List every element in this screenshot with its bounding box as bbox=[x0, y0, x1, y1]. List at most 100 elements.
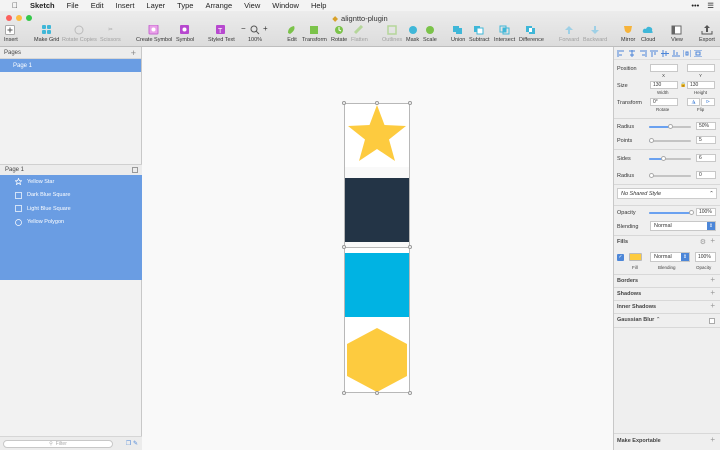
app-menu[interactable]: Sketch bbox=[30, 1, 55, 10]
zoom-in-button[interactable]: + bbox=[263, 24, 268, 33]
resize-handle[interactable] bbox=[408, 101, 412, 105]
menu-window[interactable]: Window bbox=[272, 1, 299, 10]
add-page-icon[interactable]: + bbox=[131, 48, 136, 58]
rotate-field[interactable]: 0° bbox=[650, 98, 678, 106]
layer-item-dark-blue-square[interactable]: Dark Blue Square bbox=[0, 189, 142, 203]
transform-button[interactable]: Transform bbox=[302, 25, 327, 43]
zoom-out-button[interactable]: − bbox=[241, 24, 246, 33]
align-left-icon[interactable] bbox=[617, 49, 625, 57]
add-shadow-icon[interactable]: + bbox=[710, 288, 715, 297]
forward-button[interactable]: Forward bbox=[559, 25, 579, 43]
fill-opacity-field[interactable]: 100% bbox=[695, 252, 716, 262]
create-symbol-button[interactable]: Create Symbol bbox=[136, 25, 172, 43]
menu-help[interactable]: Help bbox=[311, 1, 326, 10]
sides-slider[interactable] bbox=[649, 156, 691, 161]
filter-options-icon[interactable]: ❐ ✎ bbox=[126, 440, 138, 447]
add-fill-icon[interactable]: + bbox=[710, 236, 715, 245]
menu-type[interactable]: Type bbox=[177, 1, 193, 10]
resize-handle[interactable] bbox=[375, 101, 379, 105]
gaussian-blur-header[interactable]: Gaussian Blur ⌃ bbox=[617, 317, 660, 323]
scale-button[interactable]: Scale bbox=[423, 25, 437, 43]
subtract-button[interactable]: Subtract bbox=[469, 25, 489, 43]
scissors-button[interactable]: ✂ Scissors bbox=[100, 25, 121, 43]
menu-arrange[interactable]: Arrange bbox=[205, 1, 232, 10]
flip-vertical-icon[interactable]: ⊳ bbox=[701, 98, 715, 106]
view-button[interactable]: View bbox=[671, 25, 683, 43]
fill-enabled-checkbox[interactable]: ✓ bbox=[617, 254, 624, 261]
gaussian-blur-checkbox[interactable] bbox=[709, 318, 715, 324]
export-button[interactable]: Export bbox=[699, 25, 715, 43]
canvas[interactable] bbox=[142, 47, 613, 450]
menu-insert[interactable]: Insert bbox=[116, 1, 135, 10]
flip-horizontal-icon[interactable]: ◮ bbox=[687, 98, 700, 106]
selection-frame-top bbox=[344, 103, 410, 248]
resize-handle[interactable] bbox=[342, 101, 346, 105]
zoom-control[interactable]: 100% bbox=[248, 25, 262, 43]
resize-handle[interactable] bbox=[342, 391, 346, 395]
layer-item-yellow-star[interactable]: Yellow Star bbox=[0, 175, 142, 189]
rotate-copies-button[interactable]: Rotate Copies bbox=[62, 25, 97, 43]
scissors-icon: ✂ bbox=[108, 27, 113, 33]
distribute-horizontal-icon[interactable] bbox=[682, 49, 692, 57]
menu-edit[interactable]: Edit bbox=[91, 1, 104, 10]
layer-item-light-blue-square[interactable]: Light Blue Square bbox=[0, 202, 142, 216]
fill-blending-dropdown[interactable]: Normal ⇕ bbox=[650, 252, 690, 262]
resize-handle[interactable] bbox=[408, 391, 412, 395]
union-button[interactable]: Union bbox=[451, 25, 465, 43]
shared-style-dropdown[interactable]: No Shared Style ⌃ bbox=[617, 188, 717, 199]
radius2-slider[interactable] bbox=[649, 173, 691, 178]
cloud-button[interactable]: Cloud bbox=[641, 25, 655, 43]
opacity-slider[interactable] bbox=[649, 210, 694, 215]
align-bottom-icon[interactable] bbox=[672, 49, 680, 57]
x-position-field[interactable] bbox=[650, 64, 678, 72]
radius2-field[interactable]: 0 bbox=[696, 171, 716, 179]
height-field[interactable]: 130 bbox=[687, 81, 715, 89]
align-middle-icon[interactable] bbox=[661, 49, 669, 57]
outlines-button[interactable]: Outlines bbox=[382, 25, 402, 43]
mask-button[interactable]: Mask bbox=[406, 25, 419, 43]
mirror-button[interactable]: Mirror bbox=[621, 25, 635, 43]
flatten-button[interactable]: Flatten bbox=[351, 25, 368, 43]
make-grid-button[interactable]: Make Grid bbox=[34, 25, 59, 43]
align-center-icon[interactable] bbox=[628, 49, 636, 57]
width-field[interactable]: 130 bbox=[650, 81, 678, 89]
radius-slider[interactable] bbox=[649, 124, 691, 129]
add-inner-shadow-icon[interactable]: + bbox=[710, 301, 715, 310]
insert-button[interactable]: Insert bbox=[4, 25, 18, 43]
resize-handle[interactable] bbox=[375, 391, 379, 395]
resize-handle[interactable] bbox=[408, 245, 412, 249]
styled-text-button[interactable]: T Styled Text bbox=[208, 25, 235, 43]
layer-item-yellow-polygon[interactable]: Yellow Polygon bbox=[0, 216, 142, 230]
filter-input[interactable]: ⚲ Filter bbox=[3, 440, 113, 448]
page-item-page-1[interactable]: Page 1 bbox=[0, 59, 141, 72]
backward-button[interactable]: Backward bbox=[583, 25, 607, 43]
more-icon[interactable]: ••• bbox=[691, 1, 699, 10]
add-export-icon[interactable]: + bbox=[710, 435, 715, 444]
gear-icon[interactable]: ⚙ bbox=[700, 238, 706, 246]
opacity-field[interactable]: 100% bbox=[696, 208, 716, 216]
lock-icon[interactable]: 🔒 bbox=[680, 82, 686, 88]
align-top-icon[interactable] bbox=[650, 50, 658, 57]
distribute-vertical-icon[interactable] bbox=[694, 49, 702, 57]
rotate-button[interactable]: Rotate bbox=[331, 25, 347, 43]
difference-button[interactable]: Difference bbox=[519, 25, 544, 43]
apple-menu-icon[interactable]:  bbox=[12, 1, 18, 10]
blending-dropdown[interactable]: Normal ⇕ bbox=[650, 221, 716, 231]
edit-button[interactable]: Edit bbox=[286, 25, 298, 43]
y-position-field[interactable] bbox=[687, 64, 715, 72]
menu-view[interactable]: View bbox=[244, 1, 260, 10]
menu-layer[interactable]: Layer bbox=[146, 1, 165, 10]
radius-field[interactable]: 50% bbox=[696, 122, 716, 130]
list-icon[interactable]: ☰ bbox=[707, 1, 714, 10]
resize-handle[interactable] bbox=[342, 245, 346, 249]
symbol-button[interactable]: Symbol bbox=[176, 25, 194, 43]
align-right-icon[interactable] bbox=[639, 49, 647, 57]
sides-field[interactable]: 6 bbox=[696, 154, 716, 162]
intersect-button[interactable]: Intersect bbox=[494, 25, 515, 43]
fill-color-swatch[interactable] bbox=[629, 253, 642, 261]
menu-file[interactable]: File bbox=[67, 1, 79, 10]
points-field[interactable]: 5 bbox=[696, 136, 716, 144]
points-slider[interactable] bbox=[649, 138, 691, 143]
collapse-icon[interactable] bbox=[132, 167, 138, 173]
add-border-icon[interactable]: + bbox=[710, 275, 715, 284]
